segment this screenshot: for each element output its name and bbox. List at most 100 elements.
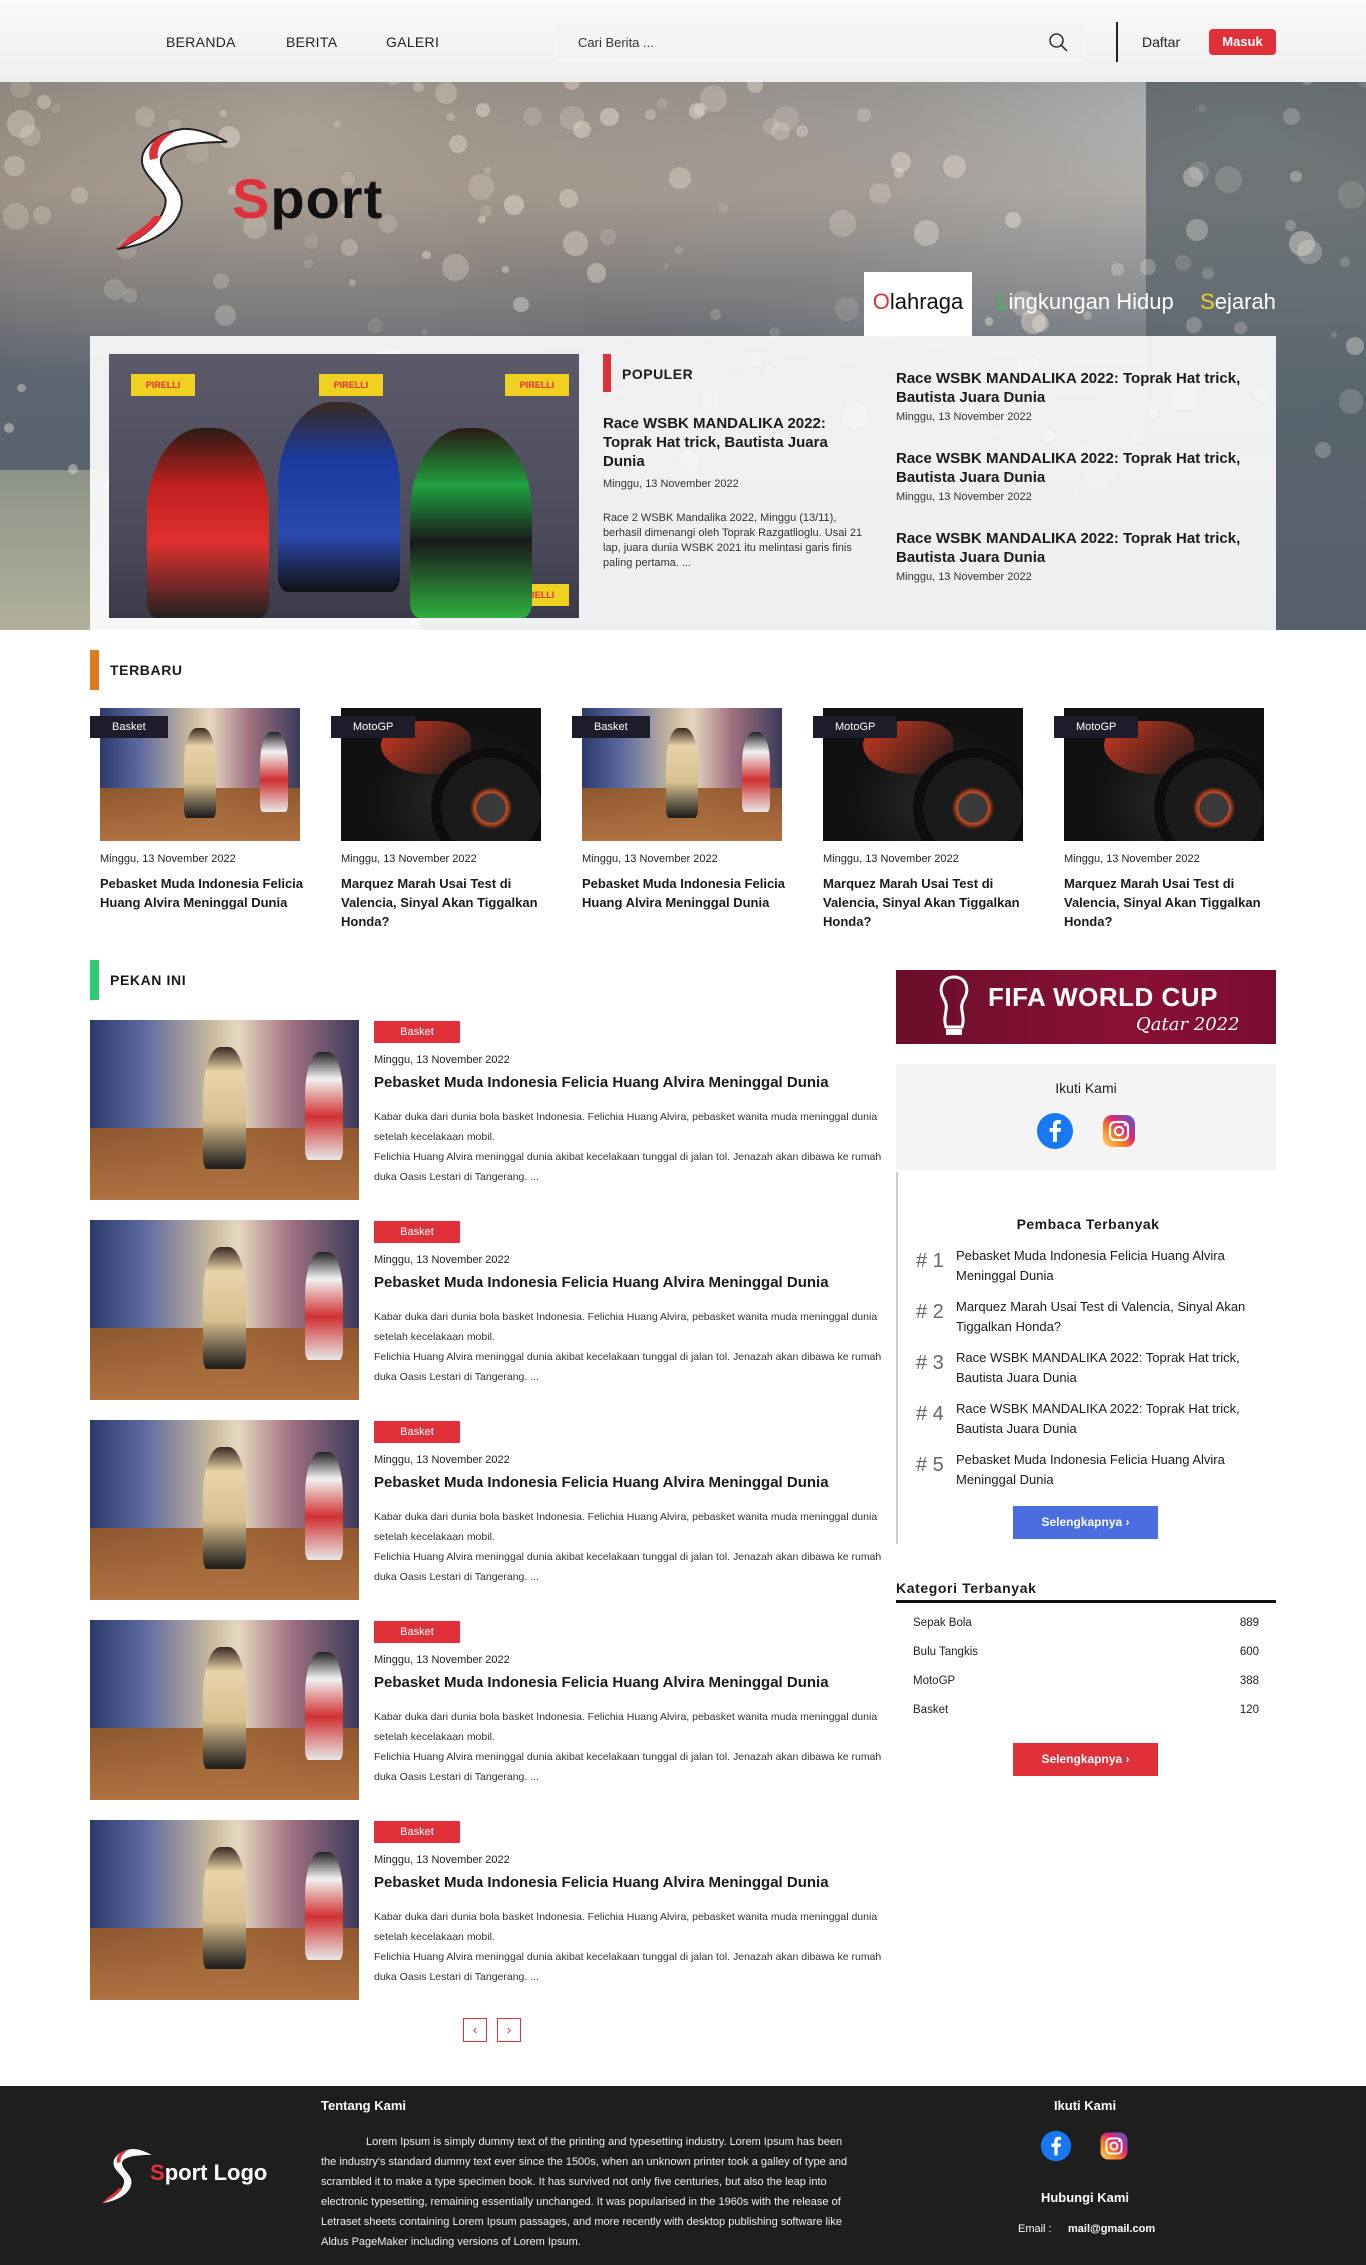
- player-figure: [202, 1847, 246, 1970]
- email-label: Email :: [1018, 2223, 1052, 2235]
- article-row[interactable]: Basket Minggu, 13 November 2022 Pebasket M…: [90, 1220, 890, 1400]
- popular-accent-bar: [603, 354, 611, 392]
- player-figure: [305, 1652, 343, 1761]
- category-badge[interactable]: Basket: [374, 1221, 460, 1243]
- popular-item[interactable]: Race WSBK MANDALIKA 2022: Toprak Hat tri…: [896, 369, 1271, 423]
- article-row[interactable]: Basket Minggu, 13 November 2022 Pebasket M…: [90, 1620, 890, 1800]
- tab-olahraga[interactable]: Olahraga: [864, 272, 972, 336]
- article-title[interactable]: Pebasket Muda Indonesia Felicia Huang Al…: [374, 1674, 829, 1691]
- article-image[interactable]: [90, 1820, 359, 2000]
- prev-page-button[interactable]: ‹: [463, 2018, 487, 2042]
- nav-galeri[interactable]: GALERI: [386, 34, 439, 50]
- footer-logo[interactable]: Sport Logo: [100, 2146, 300, 2206]
- article-title[interactable]: Pebasket Muda Indonesia Felicia Huang Al…: [374, 1874, 829, 1891]
- kategori-row[interactable]: Bulu Tangkis 600: [913, 1646, 1259, 1658]
- category-badge[interactable]: MotoGP: [813, 716, 898, 738]
- article-image[interactable]: [90, 1620, 359, 1800]
- category-badge[interactable]: Basket: [374, 1021, 460, 1043]
- login-button[interactable]: Masuk: [1209, 29, 1276, 55]
- popular-item-title[interactable]: Race WSBK MANDALIKA 2022: Toprak Hat tri…: [896, 369, 1271, 407]
- article-row[interactable]: Basket Minggu, 13 November 2022 Pebasket M…: [90, 1020, 890, 1200]
- nav-berita[interactable]: BERITA: [286, 34, 337, 50]
- pekan-accent-bar: [90, 960, 99, 1000]
- article-excerpt-line: Kabar duka dari dunia bola basket Indone…: [374, 1911, 878, 1943]
- article-excerpt-line: Felichia Huang Alvira meninggal dunia ak…: [374, 1551, 882, 1583]
- article-image[interactable]: [90, 1420, 359, 1600]
- article-excerpt-line: Kabar duka dari dunia bola basket Indone…: [374, 1511, 878, 1543]
- email-value[interactable]: mail@gmail.com: [1068, 2223, 1155, 2235]
- bokeh-light: [37, 95, 51, 109]
- popular-item-title[interactable]: Race WSBK MANDALIKA 2022: Toprak Hat tri…: [896, 449, 1271, 487]
- category-badge[interactable]: Basket: [374, 1621, 460, 1643]
- bokeh-light: [219, 109, 228, 118]
- news-card-date: Minggu, 13 November 2022: [341, 853, 477, 865]
- featured-image[interactable]: PIRELLI PIRELLI PIRELLI PIRELLI: [109, 354, 579, 618]
- category-badge[interactable]: Basket: [572, 716, 650, 738]
- instagram-icon[interactable]: [1100, 1112, 1138, 1150]
- article-title[interactable]: Pebasket Muda Indonesia Felicia Huang Al…: [374, 1274, 829, 1291]
- article-row[interactable]: Basket Minggu, 13 November 2022 Pebasket M…: [90, 1420, 890, 1600]
- top-navbar: BERANDA BERITA GALERI Daftar Masuk: [0, 0, 1366, 82]
- kategori-row[interactable]: MotoGP 388: [913, 1675, 1259, 1687]
- bokeh-light: [104, 279, 125, 300]
- facebook-icon[interactable]: [1036, 1112, 1074, 1150]
- bokeh-light: [413, 82, 424, 93]
- search-input[interactable]: [578, 32, 1018, 52]
- most-read-item[interactable]: Pebasket Muda Indonesia Felicia Huang Al…: [956, 1450, 1266, 1490]
- most-read-item[interactable]: Marquez Marah Usai Test di Valencia, Sin…: [956, 1297, 1266, 1337]
- register-link[interactable]: Daftar: [1142, 34, 1180, 50]
- instagram-icon[interactable]: [1098, 2130, 1130, 2162]
- category-badge[interactable]: MotoGP: [1054, 716, 1139, 738]
- kategori-more-button[interactable]: Selengkapnya ›: [1013, 1743, 1158, 1776]
- tab-lingkungan-hidup[interactable]: Lingkungan Hidup: [990, 272, 1180, 336]
- facebook-icon[interactable]: [1040, 2130, 1072, 2162]
- article-row[interactable]: Basket Minggu, 13 November 2022 Pebasket M…: [90, 1820, 890, 2000]
- most-read-more-button[interactable]: Selengkapnya ›: [1013, 1506, 1158, 1539]
- article-excerpt: Kabar duka dari dunia bola basket Indone…: [374, 1307, 894, 1387]
- next-page-button[interactable]: ›: [497, 2018, 521, 2042]
- bokeh-light: [1330, 331, 1337, 338]
- kategori-row[interactable]: Sepak Bola 889: [913, 1617, 1259, 1629]
- bokeh-light: [304, 259, 314, 269]
- news-card-title[interactable]: Pebasket Muda Indonesia Felicia Huang Al…: [100, 874, 310, 912]
- popular-item-title[interactable]: Race WSBK MANDALIKA 2022: Toprak Hat tri…: [896, 529, 1271, 567]
- nav-beranda[interactable]: BERANDA: [166, 34, 236, 50]
- tab-sejarah[interactable]: Sejarah: [1196, 272, 1280, 336]
- article-excerpt: Kabar duka dari dunia bola basket Indone…: [374, 1507, 894, 1587]
- popular-item[interactable]: Race WSBK MANDALIKA 2022: Toprak Hat tri…: [896, 449, 1271, 503]
- news-card-title[interactable]: Pebasket Muda Indonesia Felicia Huang Al…: [582, 874, 792, 912]
- bokeh-light: [368, 318, 384, 333]
- article-image[interactable]: [90, 1220, 359, 1400]
- category-badge[interactable]: Basket: [374, 1821, 460, 1843]
- category-badge[interactable]: Basket: [90, 716, 168, 738]
- follow-box: Ikuti Kami: [896, 1064, 1276, 1170]
- news-card-title[interactable]: Marquez Marah Usai Test di Valencia, Sin…: [1064, 874, 1274, 931]
- bokeh-light: [599, 107, 619, 127]
- featured-title[interactable]: Race WSBK MANDALIKA 2022: Toprak Hat tri…: [603, 414, 853, 471]
- article-image[interactable]: [90, 1020, 359, 1200]
- bokeh-light: [478, 215, 486, 223]
- search-icon[interactable]: [1048, 32, 1068, 52]
- article-title[interactable]: Pebasket Muda Indonesia Felicia Huang Al…: [374, 1074, 829, 1091]
- player-figure: [184, 727, 216, 819]
- bokeh-light: [656, 97, 669, 110]
- popular-item[interactable]: Race WSBK MANDALIKA 2022: Toprak Hat tri…: [896, 529, 1271, 583]
- kategori-row[interactable]: Basket 120: [913, 1704, 1259, 1716]
- article-title[interactable]: Pebasket Muda Indonesia Felicia Huang Al…: [374, 1474, 829, 1491]
- bokeh-light: [468, 174, 495, 200]
- category-badge[interactable]: MotoGP: [331, 716, 416, 738]
- bokeh-light: [123, 288, 138, 303]
- player-figure: [742, 731, 770, 812]
- category-badge[interactable]: Basket: [374, 1421, 460, 1443]
- news-card-title[interactable]: Marquez Marah Usai Test di Valencia, Sin…: [823, 874, 1033, 931]
- bokeh-light: [1338, 389, 1364, 414]
- site-logo[interactable]: Sport: [112, 124, 402, 254]
- most-read-item[interactable]: Race WSBK MANDALIKA 2022: Toprak Hat tri…: [956, 1348, 1266, 1388]
- most-read-item[interactable]: Race WSBK MANDALIKA 2022: Toprak Hat tri…: [956, 1399, 1266, 1439]
- rank-number: # 4: [916, 1403, 944, 1425]
- fifa-world-cup-banner[interactable]: FIFA WORLD CUP Qatar 2022: [896, 970, 1276, 1044]
- contact-title: Hubungi Kami: [1040, 2190, 1130, 2205]
- bokeh-light: [942, 154, 966, 178]
- most-read-item[interactable]: Pebasket Muda Indonesia Felicia Huang Al…: [956, 1246, 1266, 1286]
- news-card-title[interactable]: Marquez Marah Usai Test di Valencia, Sin…: [341, 874, 551, 931]
